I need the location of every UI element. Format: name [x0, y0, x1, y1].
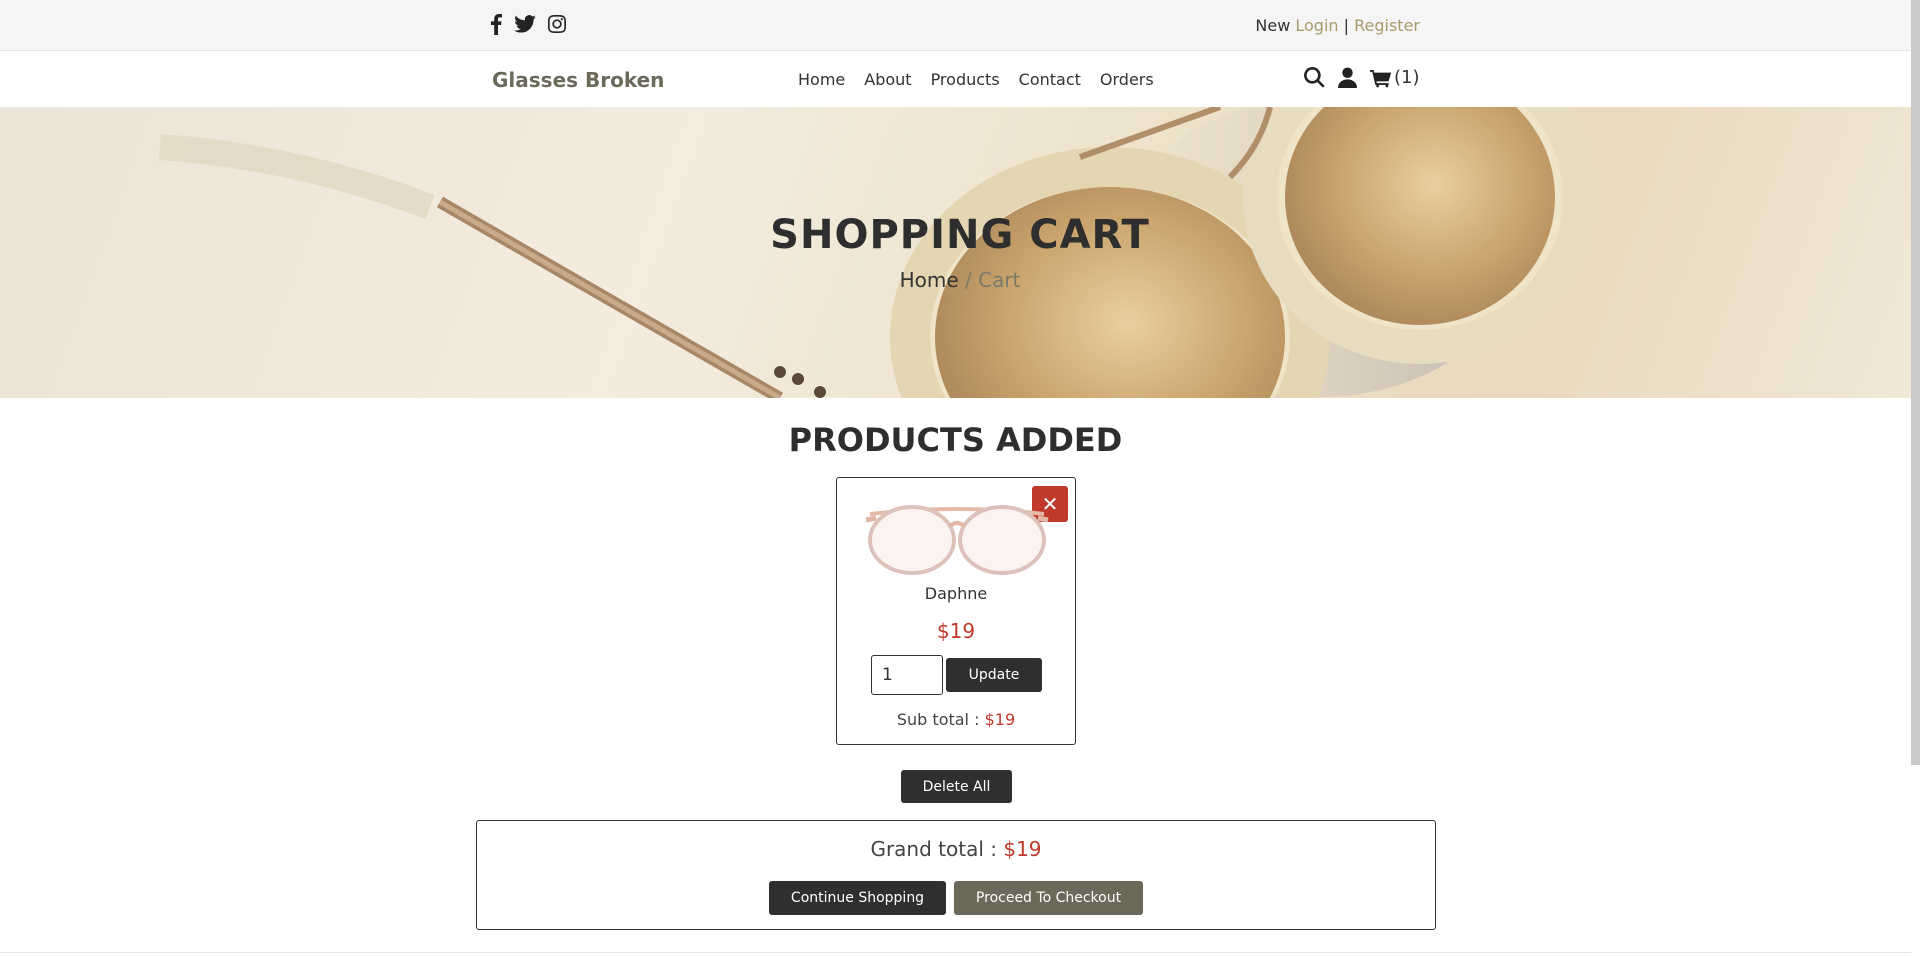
grand-total-value: $19	[1003, 837, 1042, 861]
nav-products[interactable]: Products	[931, 70, 1000, 89]
breadcrumb-current: Cart	[978, 268, 1021, 292]
auth-divider: |	[1343, 16, 1350, 35]
quantity-input[interactable]	[871, 655, 943, 695]
twitter-icon[interactable]	[514, 15, 536, 33]
breadcrumb-separator: /	[965, 268, 972, 292]
login-link[interactable]: Login	[1295, 16, 1338, 35]
checkout-button[interactable]: Proceed To Checkout	[954, 881, 1143, 915]
section-title: PRODUCTS ADDED	[788, 421, 1123, 459]
subtotal-label: Sub total :	[896, 710, 980, 729]
nav-home[interactable]: Home	[798, 70, 845, 89]
continue-shopping-button[interactable]: Continue Shopping	[769, 881, 946, 915]
product-price: $19	[936, 619, 976, 643]
cart-item-card: ✕ Daphne $19 Update Sub total : $19	[836, 477, 1076, 745]
hero-banner: SHOPPING CART Home / Cart	[0, 107, 1920, 398]
register-link[interactable]: Register	[1354, 16, 1420, 35]
search-icon[interactable]	[1304, 67, 1325, 88]
auth-links: New Login | Register	[1255, 16, 1420, 35]
grand-total-label: Grand total :	[870, 837, 997, 861]
breadcrumb-home[interactable]: Home	[900, 268, 959, 292]
grand-total: Grand total : $19	[477, 837, 1435, 861]
product-image	[865, 505, 1049, 575]
cart-count: (1)	[1394, 67, 1420, 88]
totals-box: Grand total : $19 Continue Shopping Proc…	[476, 820, 1436, 930]
subtotal: Sub total : $19	[837, 710, 1075, 729]
main-navbar: Glasses Broken Home About Products Conta…	[0, 51, 1920, 107]
breadcrumb: Home / Cart	[0, 268, 1920, 292]
update-button[interactable]: Update	[946, 658, 1042, 692]
top-bar: New Login | Register	[0, 0, 1920, 51]
nav-contact[interactable]: Contact	[1019, 70, 1081, 89]
user-icon[interactable]	[1338, 67, 1357, 88]
nav-about[interactable]: About	[864, 70, 911, 89]
nav-icons: (1)	[1304, 67, 1420, 88]
auth-prefix: New	[1255, 16, 1291, 35]
delete-all-button[interactable]: Delete All	[901, 770, 1012, 803]
cart-icon[interactable]	[1370, 68, 1392, 88]
cart-link[interactable]: (1)	[1370, 67, 1420, 88]
product-name[interactable]: Daphne	[837, 584, 1075, 603]
main-menu: Home About Products Contact Orders	[798, 70, 1154, 89]
facebook-icon[interactable]	[490, 13, 502, 35]
social-links	[490, 13, 566, 35]
instagram-icon[interactable]	[548, 15, 566, 33]
brand-logo[interactable]: Glasses Broken	[492, 68, 664, 92]
nav-orders[interactable]: Orders	[1100, 70, 1154, 89]
page-title: SHOPPING CART	[770, 212, 1150, 258]
footer-divider	[0, 952, 1911, 953]
subtotal-value: $19	[984, 710, 1016, 729]
page-scrollbar[interactable]	[1911, 0, 1920, 765]
